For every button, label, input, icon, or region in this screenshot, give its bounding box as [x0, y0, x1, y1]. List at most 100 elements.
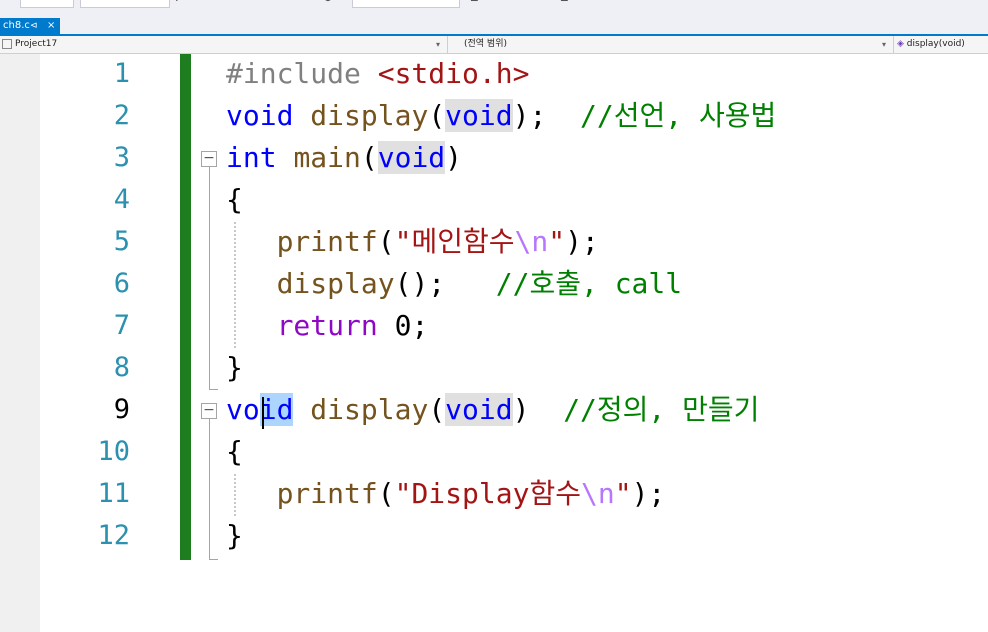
include-header: <stdio.h> [377, 57, 530, 90]
code-line-2[interactable]: void display(void); //선언, 사용법 [226, 95, 776, 137]
project-label: Project17 [15, 39, 58, 49]
member-dropdown[interactable]: ◈ display(void) [894, 36, 988, 53]
fold-end [209, 389, 218, 390]
code-line-12[interactable]: } [226, 515, 243, 557]
project-dropdown[interactable]: Project17 ▾ [0, 36, 448, 53]
escape-sequence: \n [514, 225, 549, 258]
change-tracking-bar [180, 54, 191, 560]
member-label: display(void) [906, 39, 965, 49]
keyword: int [226, 141, 277, 174]
preprocessor-directive: #include [226, 57, 378, 90]
line-number: 12 [97, 520, 130, 551]
tab-label: ch8.c [3, 20, 30, 31]
code-line-3[interactable]: int main(void) [226, 137, 462, 179]
string-literal: "메인함수 [394, 225, 515, 258]
punctuation: (); [394, 267, 446, 300]
keyword: void [445, 99, 513, 132]
line-number: 6 [113, 268, 130, 299]
string-literal: " [614, 477, 632, 510]
code-line-1[interactable]: #include <stdio.h> [226, 53, 529, 95]
code-line-11[interactable]: printf("Display함수\n"); [226, 473, 666, 515]
bookmark-icon[interactable]: ★ [646, 0, 654, 3]
code-line-5[interactable]: printf("메인함수\n"); [226, 221, 599, 263]
code-line-9[interactable]: void display(void) //정의, 만들기 [226, 389, 759, 431]
return-value: 0; [377, 309, 429, 342]
close-icon[interactable]: × [47, 18, 55, 34]
function-name: display [310, 99, 429, 132]
line-number-current: 9 [113, 394, 130, 425]
debug-icon[interactable]: ● [324, 0, 332, 3]
punctuation: ) [512, 393, 530, 426]
line-number: 7 [113, 310, 130, 341]
line-number: 10 [97, 436, 130, 467]
line-number: 11 [97, 478, 130, 509]
fold-guide [209, 419, 210, 559]
brace: { [226, 435, 243, 468]
collapse-main-icon[interactable]: − [201, 151, 217, 167]
code-line-4[interactable]: { [226, 179, 243, 221]
line-number: 8 [113, 352, 130, 383]
line-number: 1 [113, 58, 130, 89]
chevron-down-icon: ▾ [436, 40, 441, 49]
tab-ch8-c[interactable]: ch8.c ⊲ × [0, 18, 60, 34]
code-line-8[interactable]: } [226, 347, 243, 389]
chevron-down-icon: ▾ [882, 40, 887, 49]
comment: //선언, 사용법 [580, 99, 777, 132]
string-literal: "Display함수 [394, 477, 581, 510]
brace: } [226, 519, 243, 552]
keyword: void [226, 99, 294, 132]
function-name: printf [276, 225, 378, 258]
function-name: main [293, 141, 361, 174]
play-icon[interactable]: ▶ [176, 0, 183, 3]
code-line-6[interactable]: display(); //호출, call [226, 263, 683, 305]
platform-dropdown[interactable] [80, 0, 170, 8]
function-name: display [310, 393, 429, 426]
punctuation: ); [565, 225, 599, 258]
fold-guide [209, 167, 210, 389]
toolbar: ▶ ● ■ ■ ★ [0, 0, 988, 8]
punctuation: ( [377, 225, 395, 258]
line-number: 2 [113, 100, 130, 131]
code-line-7[interactable]: return 0; [226, 305, 429, 347]
navigation-bar: Project17 ▾ (전역 범위) ▾ ◈ display(void) [0, 36, 988, 54]
pin-icon[interactable]: ⊲ [30, 18, 38, 34]
project-icon [2, 38, 12, 49]
scope-dropdown[interactable]: (전역 범위) ▾ [448, 36, 894, 53]
brace: } [226, 351, 243, 384]
punctuation: ) [445, 141, 463, 174]
collapse-display-icon[interactable]: − [201, 403, 217, 419]
punctuation: ( [360, 141, 378, 174]
string-literal: " [548, 225, 566, 258]
keyword: vo [226, 393, 260, 426]
toolbar-icon[interactable]: ■ [560, 0, 569, 3]
function-name: display [276, 267, 395, 300]
keyword-return: return [276, 309, 378, 342]
text-caret [262, 397, 264, 429]
punctuation: ); [631, 477, 666, 510]
line-number: 5 [113, 226, 130, 257]
toolbar-dropdown[interactable] [352, 0, 460, 8]
comment: //정의, 만들기 [563, 393, 760, 426]
comment: //호출, call [495, 267, 683, 300]
fold-end [209, 559, 218, 560]
configuration-dropdown[interactable] [20, 0, 74, 8]
selected-text: id [259, 393, 294, 426]
line-number: 4 [113, 184, 130, 215]
punctuation: ( [428, 393, 446, 426]
function-name: printf [276, 477, 378, 510]
document-tab-strip: ch8.c ⊲ × [0, 8, 988, 36]
keyword: void [377, 141, 446, 174]
brace: { [226, 183, 243, 216]
code-line-10[interactable]: { [226, 431, 243, 473]
punctuation: ( [428, 99, 446, 132]
toolbar-icon[interactable]: ■ [470, 0, 479, 3]
